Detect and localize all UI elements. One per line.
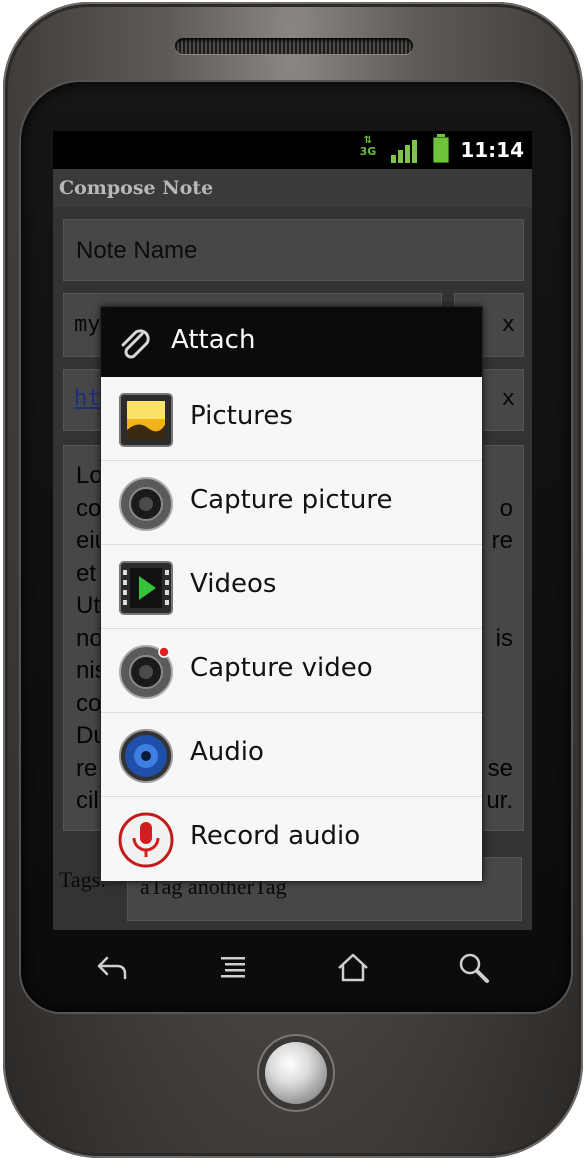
email-value: my	[74, 312, 101, 337]
audio-icon	[119, 729, 173, 783]
search-icon[interactable]	[456, 950, 492, 986]
attach-option-label: Capture video	[190, 653, 373, 683]
network-3g-icon: ⇅ 3G	[359, 135, 377, 158]
attach-option-audio[interactable]: Audio	[101, 713, 482, 797]
attach-option-label: Videos	[190, 569, 277, 599]
app-title: Compose Note	[59, 177, 214, 199]
back-icon[interactable]	[93, 950, 129, 986]
body-text-start: et	[76, 559, 97, 587]
attach-option-label: Pictures	[190, 401, 293, 431]
pictures-icon	[119, 393, 173, 447]
app-title-bar: Compose Note	[53, 169, 532, 207]
paperclip-icon	[121, 329, 150, 359]
body-text-end: se	[487, 754, 513, 782]
body-text-end: re	[491, 527, 513, 554]
videos-icon	[119, 561, 173, 615]
tags-label: Tags:	[59, 867, 107, 892]
home-icon[interactable]	[335, 950, 371, 986]
attach-option-capture-video[interactable]: Capture video	[101, 629, 482, 713]
note-name-field[interactable]: Note Name	[63, 219, 524, 281]
attach-dialog: Attach Pictures Capture picture Videos C…	[101, 307, 482, 881]
status-clock: 11:14	[460, 138, 524, 162]
microphone-icon	[118, 812, 174, 868]
attach-option-videos[interactable]: Videos	[101, 545, 482, 629]
body-text-start: no	[76, 624, 103, 652]
camera-icon	[119, 477, 173, 531]
signal-strength-icon	[391, 139, 417, 163]
body-text-start: cil	[76, 787, 99, 814]
attach-option-capture-picture[interactable]: Capture picture	[101, 461, 482, 545]
menu-icon[interactable]	[215, 950, 251, 986]
battery-icon	[433, 134, 449, 163]
attach-option-pictures[interactable]: Pictures	[101, 377, 482, 461]
body-text-start: Lo	[76, 462, 103, 489]
body-text-end: o	[499, 494, 513, 522]
attach-option-label: Record audio	[190, 821, 361, 851]
dialog-header: Attach	[101, 307, 482, 377]
dialog-title: Attach	[171, 325, 256, 355]
video-camera-icon	[119, 645, 173, 699]
hardware-nav-bar	[53, 930, 532, 1006]
status-bar: ⇅ 3G 11:14	[53, 131, 532, 169]
url-value: ht	[74, 386, 101, 411]
body-text-start: re	[76, 754, 98, 782]
body-text-start: Ut	[76, 592, 100, 619]
body-text-end: ur.	[486, 787, 513, 814]
body-text-start: co	[76, 689, 102, 717]
note-name-value: Note Name	[76, 237, 198, 264]
attach-option-label: Capture picture	[190, 485, 393, 515]
attach-option-label: Audio	[190, 737, 264, 767]
network-type: 3G	[359, 145, 377, 158]
body-text-end: is	[495, 624, 513, 652]
earpiece-speaker	[175, 38, 413, 54]
attach-option-record-audio[interactable]: Record audio	[101, 797, 482, 881]
trackball-button[interactable]	[265, 1042, 327, 1104]
body-text-start: co	[76, 494, 102, 522]
